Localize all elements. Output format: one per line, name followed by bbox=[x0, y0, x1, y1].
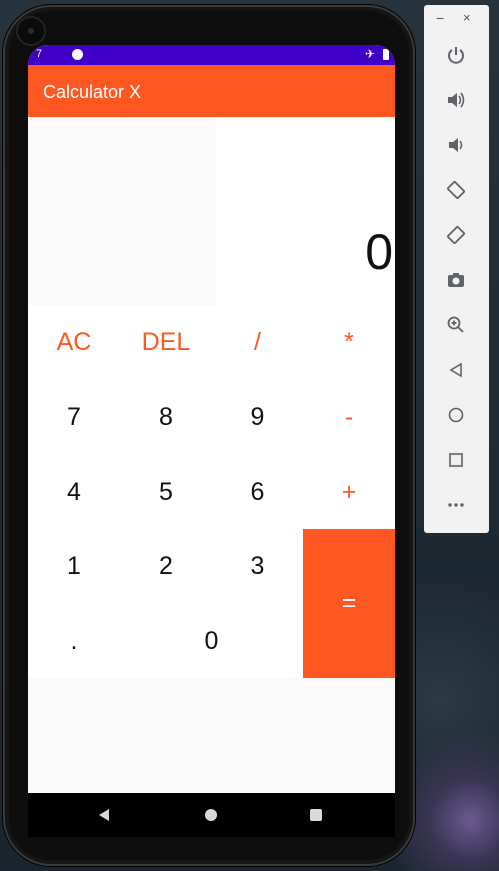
camera-icon[interactable] bbox=[442, 266, 470, 294]
airplane-mode-icon: ✈ bbox=[364, 47, 375, 61]
volume-up-icon[interactable] bbox=[442, 86, 470, 114]
back-icon[interactable] bbox=[84, 793, 124, 837]
digit-8-button[interactable]: 8 bbox=[120, 380, 212, 455]
digit-2-button[interactable]: 2 bbox=[120, 529, 212, 604]
equals-button[interactable]: = bbox=[303, 529, 395, 678]
more-icon[interactable] bbox=[442, 491, 470, 519]
multiply-button[interactable]: * bbox=[303, 305, 395, 380]
digit-5-button[interactable]: 5 bbox=[120, 455, 212, 529]
digit-6-button[interactable]: 6 bbox=[212, 455, 303, 529]
phone-screen: 7 ✈ Calculator X 0 AC DEL / * 7 8 9 - 4 … bbox=[28, 45, 395, 837]
notification-icon bbox=[72, 49, 83, 60]
display-history-area bbox=[28, 117, 216, 305]
navigation-bar bbox=[28, 793, 395, 837]
decimal-button[interactable]: . bbox=[28, 604, 120, 678]
overview-icon[interactable] bbox=[442, 446, 470, 474]
toolbar-header: − × bbox=[424, 5, 489, 33]
recents-icon[interactable] bbox=[296, 793, 336, 837]
zoom-icon[interactable] bbox=[442, 311, 470, 339]
clear-button[interactable]: AC bbox=[28, 305, 120, 380]
keypad: AC DEL / * 7 8 9 - 4 5 6 + 1 2 3 = . 0 bbox=[28, 305, 395, 678]
close-button[interactable]: × bbox=[463, 10, 471, 25]
app-title: Calculator X bbox=[43, 82, 142, 102]
display-value: 0 bbox=[365, 224, 393, 280]
volume-down-icon[interactable] bbox=[442, 131, 470, 159]
delete-button[interactable]: DEL bbox=[120, 305, 212, 380]
divide-button[interactable]: / bbox=[212, 305, 303, 380]
empty-area bbox=[28, 678, 395, 798]
back-icon[interactable] bbox=[442, 356, 470, 384]
emulator-toolbar: − × bbox=[424, 5, 489, 533]
home-icon[interactable] bbox=[442, 401, 470, 429]
minus-button[interactable]: - bbox=[303, 380, 395, 455]
status-time: 7 bbox=[36, 48, 43, 60]
battery-icon bbox=[383, 49, 389, 60]
digit-7-button[interactable]: 7 bbox=[28, 380, 120, 455]
app-bar: Calculator X bbox=[28, 65, 395, 117]
digit-4-button[interactable]: 4 bbox=[28, 455, 120, 529]
front-camera bbox=[16, 16, 46, 46]
status-bar: 7 ✈ bbox=[28, 45, 395, 65]
digit-9-button[interactable]: 9 bbox=[212, 380, 303, 455]
phone-frame: 7 ✈ Calculator X 0 AC DEL / * 7 8 9 - 4 … bbox=[3, 5, 415, 866]
home-icon[interactable] bbox=[191, 793, 231, 837]
calculator-display: 0 bbox=[28, 117, 395, 305]
digit-1-button[interactable]: 1 bbox=[28, 529, 120, 604]
digit-3-button[interactable]: 3 bbox=[212, 529, 303, 604]
minimize-button[interactable]: − bbox=[436, 10, 444, 26]
rotate-right-icon[interactable] bbox=[442, 221, 470, 249]
rotate-left-icon[interactable] bbox=[442, 176, 470, 204]
power-icon[interactable] bbox=[442, 41, 470, 69]
plus-button[interactable]: + bbox=[303, 455, 395, 529]
digit-0-button[interactable]: 0 bbox=[120, 604, 303, 678]
